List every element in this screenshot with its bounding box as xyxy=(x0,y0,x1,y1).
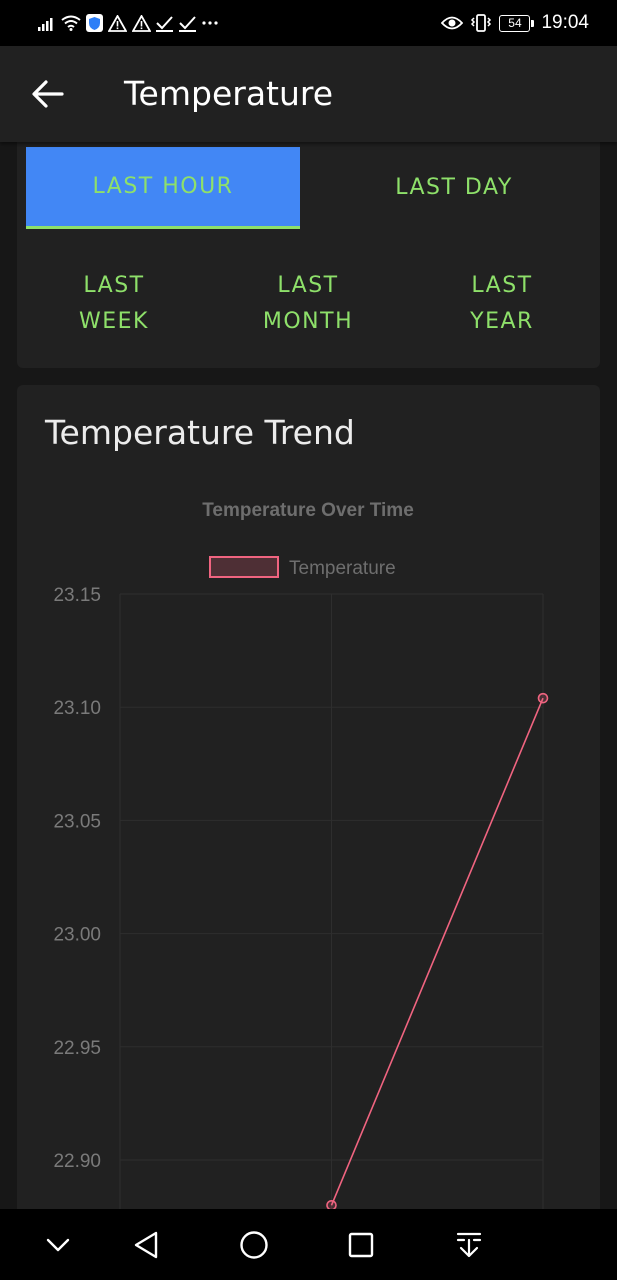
legend-label: Temperature xyxy=(289,558,396,579)
temperature-trend-card: Temperature Trend Temperature Over Time T… xyxy=(17,385,600,1265)
collapse-nav-button[interactable] xyxy=(34,1221,82,1269)
home-circle-icon xyxy=(240,1231,268,1259)
status-right-icons: 54 19:04 xyxy=(441,0,589,46)
check-icon xyxy=(179,15,196,32)
range-button-last-week[interactable]: LAST WEEK xyxy=(26,264,202,344)
y-tick-label: 23.15 xyxy=(53,585,101,606)
range-button-label: LAST xyxy=(471,273,533,298)
back-button[interactable] xyxy=(20,72,76,116)
arrow-left-icon xyxy=(32,80,64,108)
battery-icon: 54 xyxy=(499,14,535,32)
temperature-chart[interactable]: Temperature Over Time Temperature 23.15 23.… xyxy=(17,385,600,1265)
nav-notification-button[interactable] xyxy=(445,1221,493,1269)
range-button-label: MONTH xyxy=(262,309,354,334)
eye-icon xyxy=(441,16,464,30)
range-button-label: YEAR xyxy=(470,309,534,334)
signal-icon xyxy=(38,18,53,31)
wifi-icon xyxy=(61,15,81,31)
warning-icon xyxy=(132,14,151,32)
range-button-label: WEEK xyxy=(79,309,149,334)
more-icon xyxy=(202,21,218,25)
y-tick-label: 22.95 xyxy=(53,1038,101,1059)
status-time: 19:04 xyxy=(541,12,589,33)
status-left-icons xyxy=(38,0,218,46)
series-line xyxy=(330,697,544,1206)
range-button-last-day[interactable]: LAST DAY xyxy=(314,147,594,229)
vibrate-icon xyxy=(471,14,492,32)
nav-recents-button[interactable] xyxy=(337,1221,385,1269)
chart-title: Temperature Over Time xyxy=(202,500,414,521)
check-icon xyxy=(156,15,173,32)
shield-icon xyxy=(86,14,103,32)
range-button-label: LAST DAY xyxy=(395,175,513,200)
back-triangle-icon xyxy=(134,1231,158,1259)
legend-swatch xyxy=(209,556,279,578)
app-bar: Temperature xyxy=(0,46,617,142)
y-tick-label: 23.05 xyxy=(53,811,101,832)
y-tick-label: 23.00 xyxy=(53,925,101,946)
y-tick-label: 22.90 xyxy=(53,1151,101,1172)
warning-icon xyxy=(108,14,127,32)
nav-home-button[interactable] xyxy=(230,1221,278,1269)
range-button-label: LAST xyxy=(83,273,145,298)
system-navigation-bar xyxy=(0,1209,617,1280)
notification-pull-icon xyxy=(456,1232,482,1258)
range-button-last-hour[interactable]: LAST HOUR xyxy=(26,147,300,229)
chevron-down-icon xyxy=(46,1238,70,1252)
recents-square-icon xyxy=(348,1232,374,1258)
data-point xyxy=(537,692,549,704)
range-button-label: LAST xyxy=(277,273,339,298)
y-tick-label: 23.10 xyxy=(53,698,101,719)
range-button-last-month[interactable]: LAST MONTH xyxy=(220,264,396,344)
range-button-last-year[interactable]: LAST YEAR xyxy=(414,264,590,344)
nav-back-button[interactable] xyxy=(122,1221,170,1269)
range-button-label: LAST HOUR xyxy=(92,173,234,199)
status-bar: 54 19:04 xyxy=(0,0,617,46)
page-title: Temperature xyxy=(124,74,334,113)
time-range-selector: LAST HOUR LAST DAY LAST WEEK LAST MONTH … xyxy=(17,128,600,368)
